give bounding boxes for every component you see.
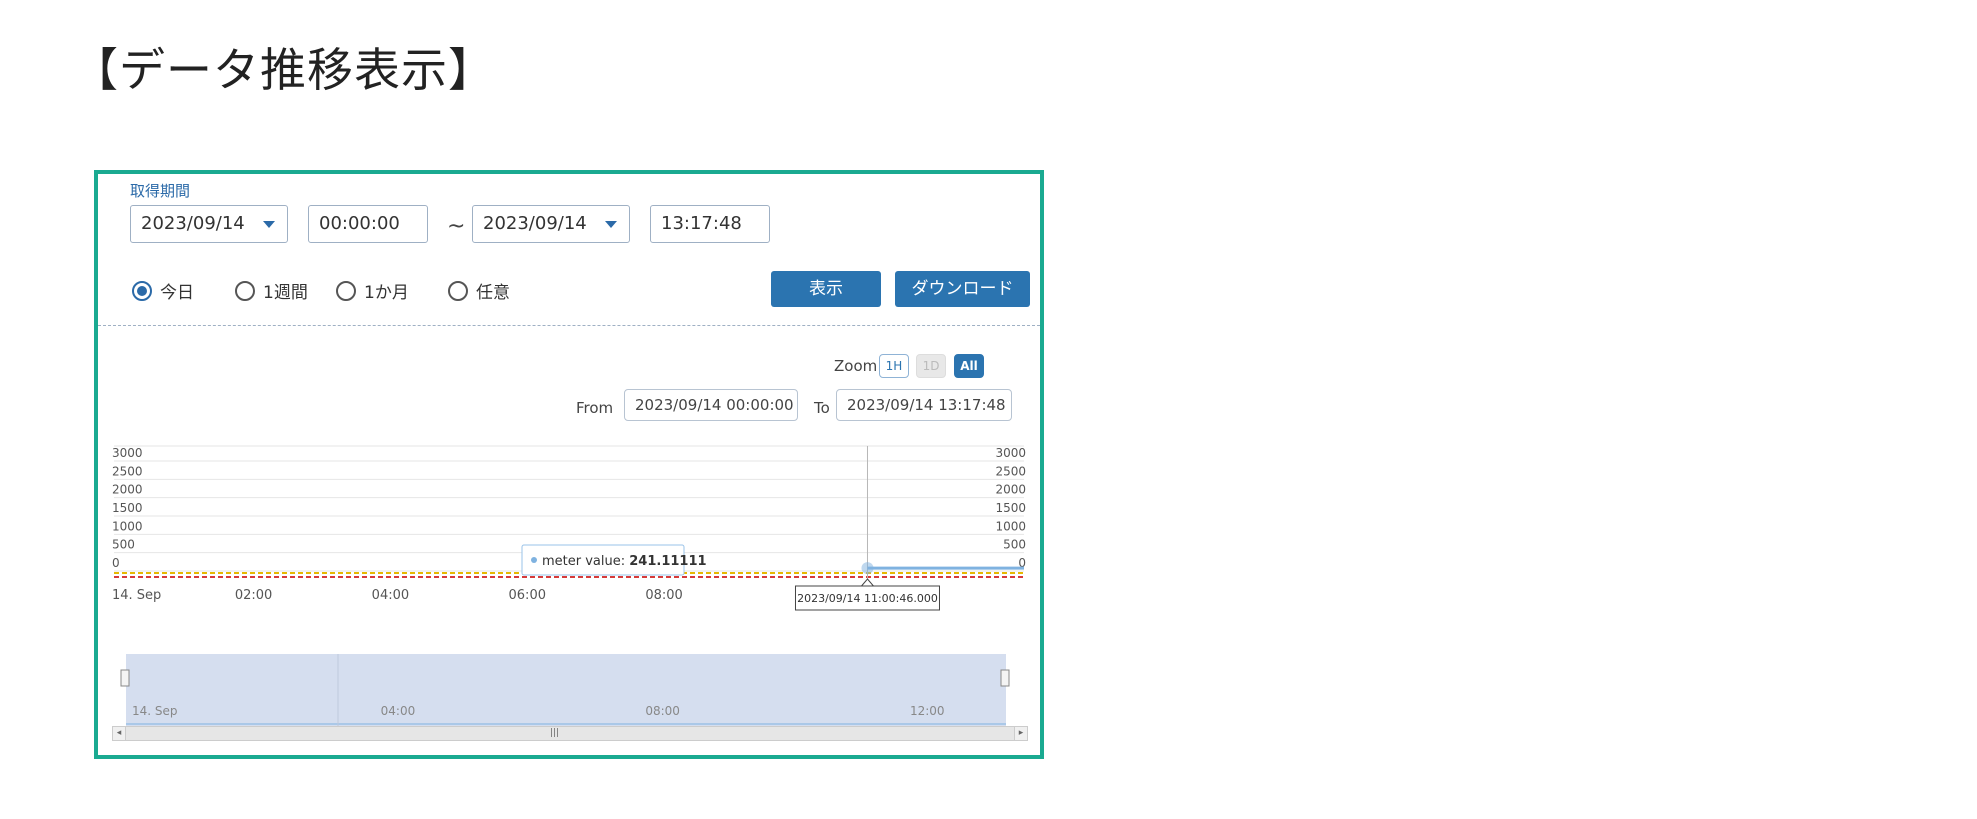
y-axis-left: 0 500 1000 1500 2000 2500 3000 [112,446,143,570]
x-tick-label: 02:00 [235,588,272,603]
y-tick-label: 2500 [112,464,143,478]
scroll-right-arrow[interactable]: ▸ [1014,726,1028,741]
scrollbar-grip-icon[interactable]: ||| [550,728,559,738]
scrollbar-track[interactable]: ||| [126,726,1014,741]
x-tick-label: 06:00 [509,588,546,603]
x-axis: 14. Sep 02:00 04:00 06:00 08:00 [112,588,683,603]
y-tick-label: 1500 [112,501,143,515]
navigator-handle-left [120,669,130,687]
navigator-selection [126,654,1006,726]
tooltip-series-dot [531,557,537,563]
y-tick-label: 2500 [995,464,1026,478]
y-tick-label: 2000 [112,483,143,497]
x-tick-label: 08:00 [645,588,682,603]
navigator-handle-right [1000,669,1010,687]
data-trend-panel: 取得期間 2023/09/14 00:00:00 ~ 2023/09/14 13… [94,170,1044,759]
y-tick-label: 2000 [995,483,1026,497]
y-tick-label: 0 [112,556,120,570]
hover-point [861,562,874,575]
tooltip-value: 241.11111 [629,554,706,569]
y-tick-label: 1000 [995,519,1026,533]
navigator-tick-label: 14. Sep [132,704,178,718]
scroll-left-arrow[interactable]: ◂ [112,726,126,741]
x-tick-label: 14. Sep [112,588,161,603]
y-tick-label: 1500 [995,501,1026,515]
navigator-tick-label: 04:00 [381,704,416,718]
y-tick-label: 1000 [112,519,143,533]
tooltip-text: meter value: 241.11111 [542,554,707,569]
tooltip-timestamp: 2023/09/14 11:00:46.000 [797,592,938,605]
page-title: 【データ推移表示】 [72,43,495,97]
tooltip-series-name: meter value: [542,554,629,569]
y-tick-label: 500 [1003,538,1026,552]
y-tick-label: 3000 [112,446,143,460]
y-axis-right: 050010001500200025003000 [995,446,1026,570]
timestamp-pointer [860,578,875,587]
y-tick-label: 500 [112,538,135,552]
x-tick-label: 04:00 [372,588,409,603]
line-chart: 0 500 1000 1500 2000 2500 3000 0 500 1000 1500 200… [112,445,1026,726]
y-tick-label: 3000 [995,446,1026,460]
navigator[interactable]: 14. Sep 04:00 08:00 12:00 [120,654,1010,726]
navigator-tick-label: 12:00 [910,704,945,718]
navigator-tick-label: 08:00 [645,704,680,718]
